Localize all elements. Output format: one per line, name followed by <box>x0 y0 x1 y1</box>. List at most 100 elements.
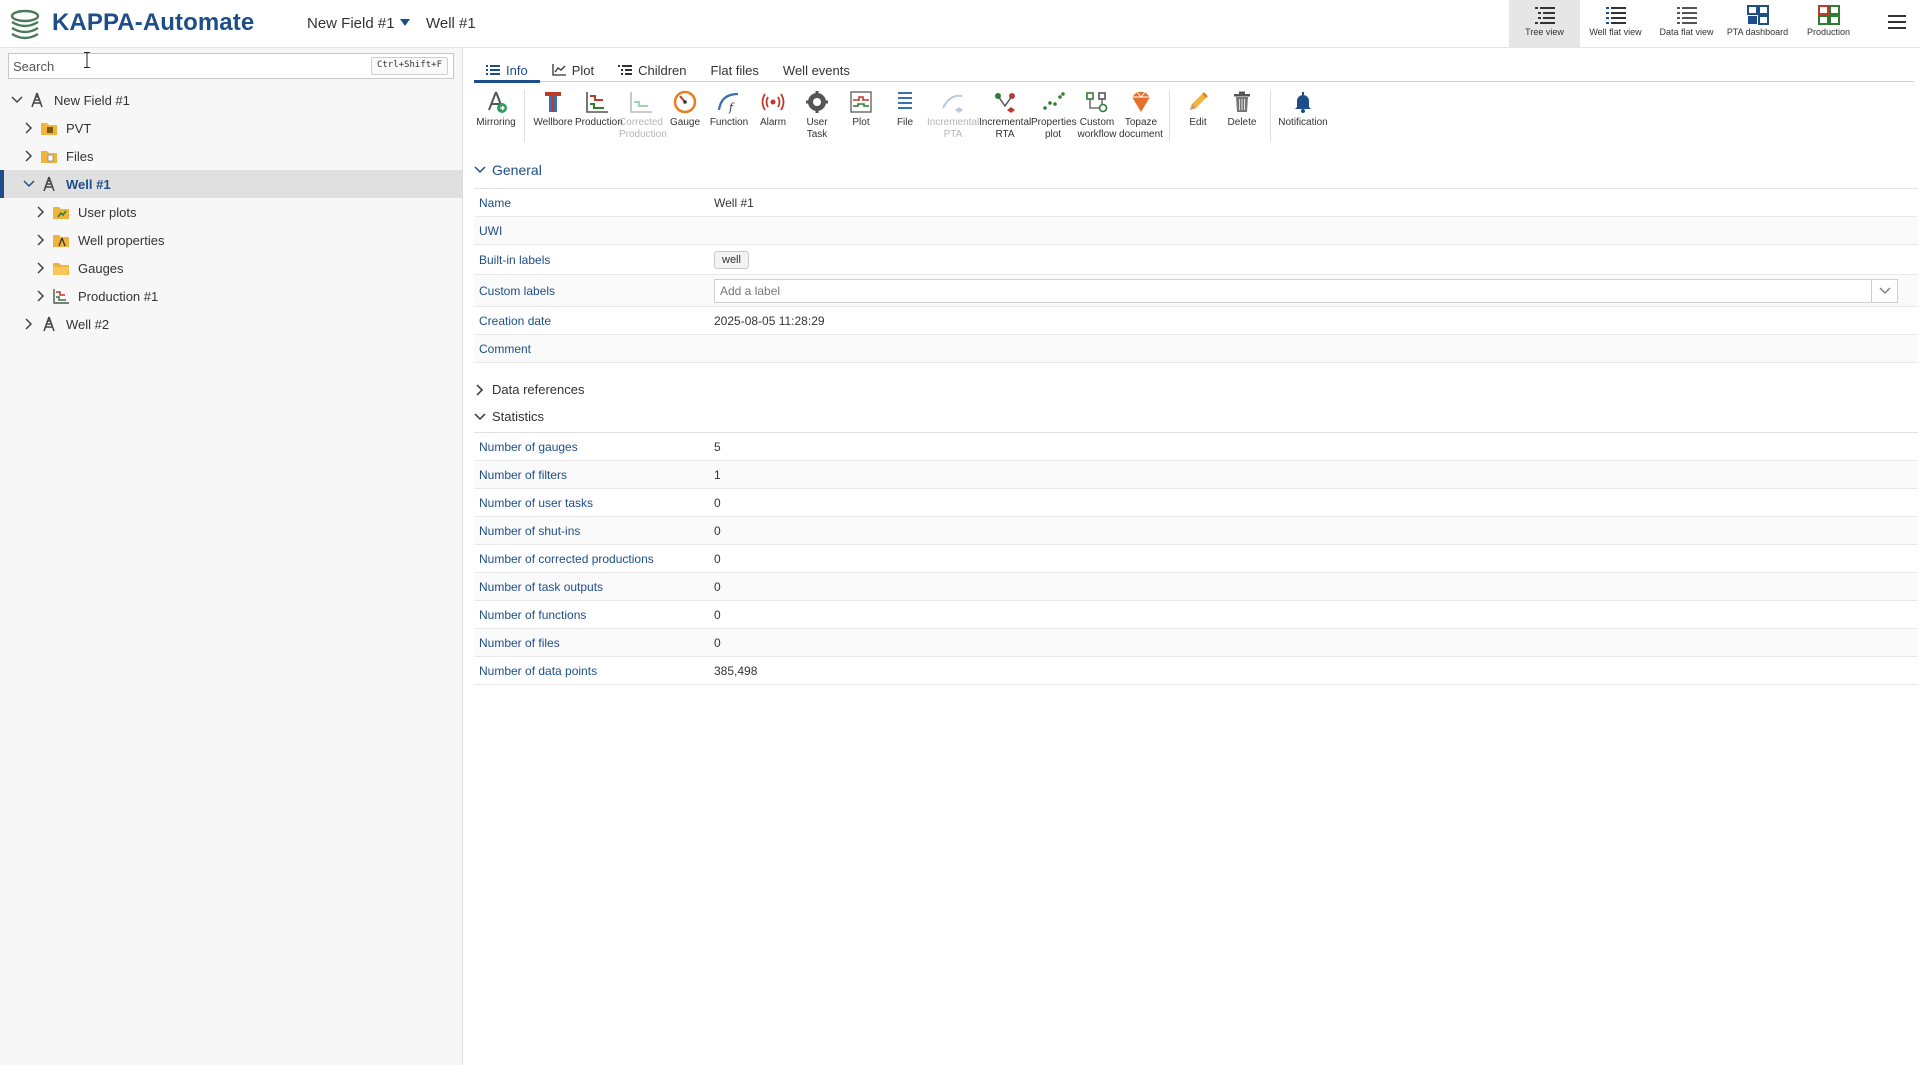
tree-view-button[interactable]: Tree view <box>1509 0 1580 48</box>
user-task-button[interactable]: User Task <box>795 86 839 148</box>
property-key: Built-in labels <box>479 252 551 267</box>
search-box[interactable]: Ctrl+Shift+F <box>8 53 454 79</box>
properties-plot-icon <box>1043 92 1065 110</box>
statistics-row: Number of task outputs 0 <box>474 573 1918 601</box>
property-value: Well #1 <box>714 195 754 210</box>
topaze-document-button[interactable]: Topaze document <box>1119 86 1163 148</box>
statistic-key: Number of gauges <box>479 439 578 454</box>
tree-item-label: Production #1 <box>78 288 159 304</box>
statistic-key: Number of functions <box>479 607 587 622</box>
statistic-key: Number of task outputs <box>479 579 604 594</box>
chevron-right-icon[interactable] <box>22 121 36 135</box>
tree-item-well-properties[interactable]: Well properties <box>0 226 462 254</box>
delete-label: Delete <box>1227 117 1257 128</box>
file-label: File <box>896 117 914 128</box>
incremental-rta-icon <box>995 93 1015 113</box>
production-dashboard-label: Production <box>1806 27 1851 37</box>
edit-label: Edit <box>1189 117 1207 128</box>
breadcrumb-well[interactable]: Well #1 <box>426 15 476 32</box>
property-key: Creation date <box>479 313 552 328</box>
function-button[interactable]: f Function <box>707 86 751 148</box>
custom-workflow-icon <box>1086 92 1108 113</box>
tree-item-production-1[interactable]: Production #1 <box>0 282 462 310</box>
plot-label: Plot <box>852 117 870 128</box>
mirroring-button[interactable]: Mirroring <box>474 86 518 148</box>
custom-label-select[interactable] <box>714 278 1898 303</box>
pta-dashboard-button[interactable]: PTA dashboard <box>1722 0 1793 48</box>
plot-button[interactable]: Plot <box>839 86 883 148</box>
chevron-down-icon[interactable] <box>1871 279 1897 302</box>
statistic-key: Number of filters <box>479 467 568 482</box>
custom-workflow-button[interactable]: Custom workflow <box>1075 86 1119 148</box>
chevron-right-icon[interactable] <box>34 289 48 303</box>
property-row: Creation date 2025-08-05 11:28:29 <box>474 307 1918 335</box>
statistics-section-toggle[interactable]: Statistics <box>474 409 544 424</box>
property-row: Comment <box>474 335 1918 363</box>
delete-button[interactable]: Delete <box>1220 86 1264 148</box>
wellbore-icon <box>545 92 561 112</box>
tree-item-label: User plots <box>78 204 137 220</box>
tree-item-files[interactable]: Files <box>0 142 462 170</box>
tab-children[interactable]: Children <box>606 58 698 82</box>
tab-well-events[interactable]: Well events <box>771 58 862 82</box>
statistics-row: Number of files 0 <box>474 629 1918 657</box>
gauge-button[interactable]: Gauge <box>663 86 707 148</box>
app-header: KAPPA-Automate New Field #1 Well #1 Tree… <box>0 0 1920 48</box>
data-references-section-toggle[interactable]: Data references <box>474 382 585 397</box>
chevron-down-icon[interactable] <box>10 93 24 107</box>
chevron-down-icon[interactable] <box>22 177 36 191</box>
production-dashboard-button[interactable]: Production <box>1793 0 1864 48</box>
chevron-right-icon[interactable] <box>34 205 48 219</box>
production-button[interactable]: Production <box>575 86 623 148</box>
incremental-pta-button[interactable]: Incremental PTA <box>927 86 979 148</box>
production-icon <box>586 92 608 113</box>
general-section-toggle[interactable]: General <box>474 162 542 178</box>
gauges-folder-icon <box>53 263 69 275</box>
statistic-value: 1 <box>714 467 721 482</box>
notification-button[interactable]: Notification <box>1277 86 1329 148</box>
properties-plot-button[interactable]: Properties plot <box>1031 86 1077 148</box>
well-flat-view-button[interactable]: Well flat view <box>1580 0 1651 48</box>
property-row: Custom labels <box>474 275 1918 307</box>
statistics-row: Number of gauges 5 <box>474 433 1918 461</box>
tree-item-user-plots[interactable]: User plots <box>0 198 462 226</box>
mirroring-label: Mirroring <box>476 117 516 128</box>
tree-item-gauges[interactable]: Gauges <box>0 254 462 282</box>
toolbar-divider <box>524 90 525 142</box>
breadcrumb-field[interactable]: New Field #1 <box>307 15 395 32</box>
search-shortcut-hint: Ctrl+Shift+F <box>370 57 448 75</box>
property-key: UWI <box>479 223 503 238</box>
wellbore-button[interactable]: Wellbore <box>531 86 575 148</box>
tree-item-label: Files <box>66 148 94 164</box>
search-input[interactable] <box>13 57 373 75</box>
tab-flat-files[interactable]: Flat files <box>699 58 771 82</box>
tab-plot[interactable]: Plot <box>540 58 606 82</box>
tree-item-well-1[interactable]: Well #1 <box>0 170 462 198</box>
alarm-button[interactable]: Alarm <box>751 86 795 148</box>
incremental-pta-icon <box>942 94 963 113</box>
breadcrumb-dropdown-icon[interactable] <box>400 19 410 26</box>
file-button[interactable]: File <box>883 86 927 148</box>
tab-info[interactable]: Info <box>474 58 540 83</box>
incremental-rta-button[interactable]: Incremental RTA <box>979 86 1031 148</box>
tree-item-well-2[interactable]: Well #2 <box>0 310 462 338</box>
chevron-right-icon[interactable] <box>34 233 48 247</box>
statistic-value: 0 <box>714 607 721 622</box>
chevron-right-icon[interactable] <box>22 317 36 331</box>
statistic-value: 0 <box>714 579 721 594</box>
production-icon <box>53 289 69 304</box>
data-flat-view-button[interactable]: Data flat view <box>1651 0 1722 48</box>
statistics-row: Number of shut-ins 0 <box>474 517 1918 545</box>
corrected-production-button[interactable]: Corrected Production <box>619 86 667 148</box>
hamburger-menu-icon[interactable] <box>1888 15 1906 31</box>
custom-label-input[interactable] <box>720 282 1820 299</box>
tree-item-pvt[interactable]: PVT <box>0 114 462 142</box>
production-label: Production <box>575 117 623 128</box>
edit-button[interactable]: Edit <box>1176 86 1220 148</box>
pta-dashboard-icon <box>1746 5 1769 25</box>
pencil-icon <box>1190 92 1208 110</box>
tree-item-new-field[interactable]: New Field #1 <box>0 86 462 114</box>
chevron-right-icon[interactable] <box>34 261 48 275</box>
toolbar-divider <box>1270 90 1271 142</box>
chevron-right-icon[interactable] <box>22 149 36 163</box>
